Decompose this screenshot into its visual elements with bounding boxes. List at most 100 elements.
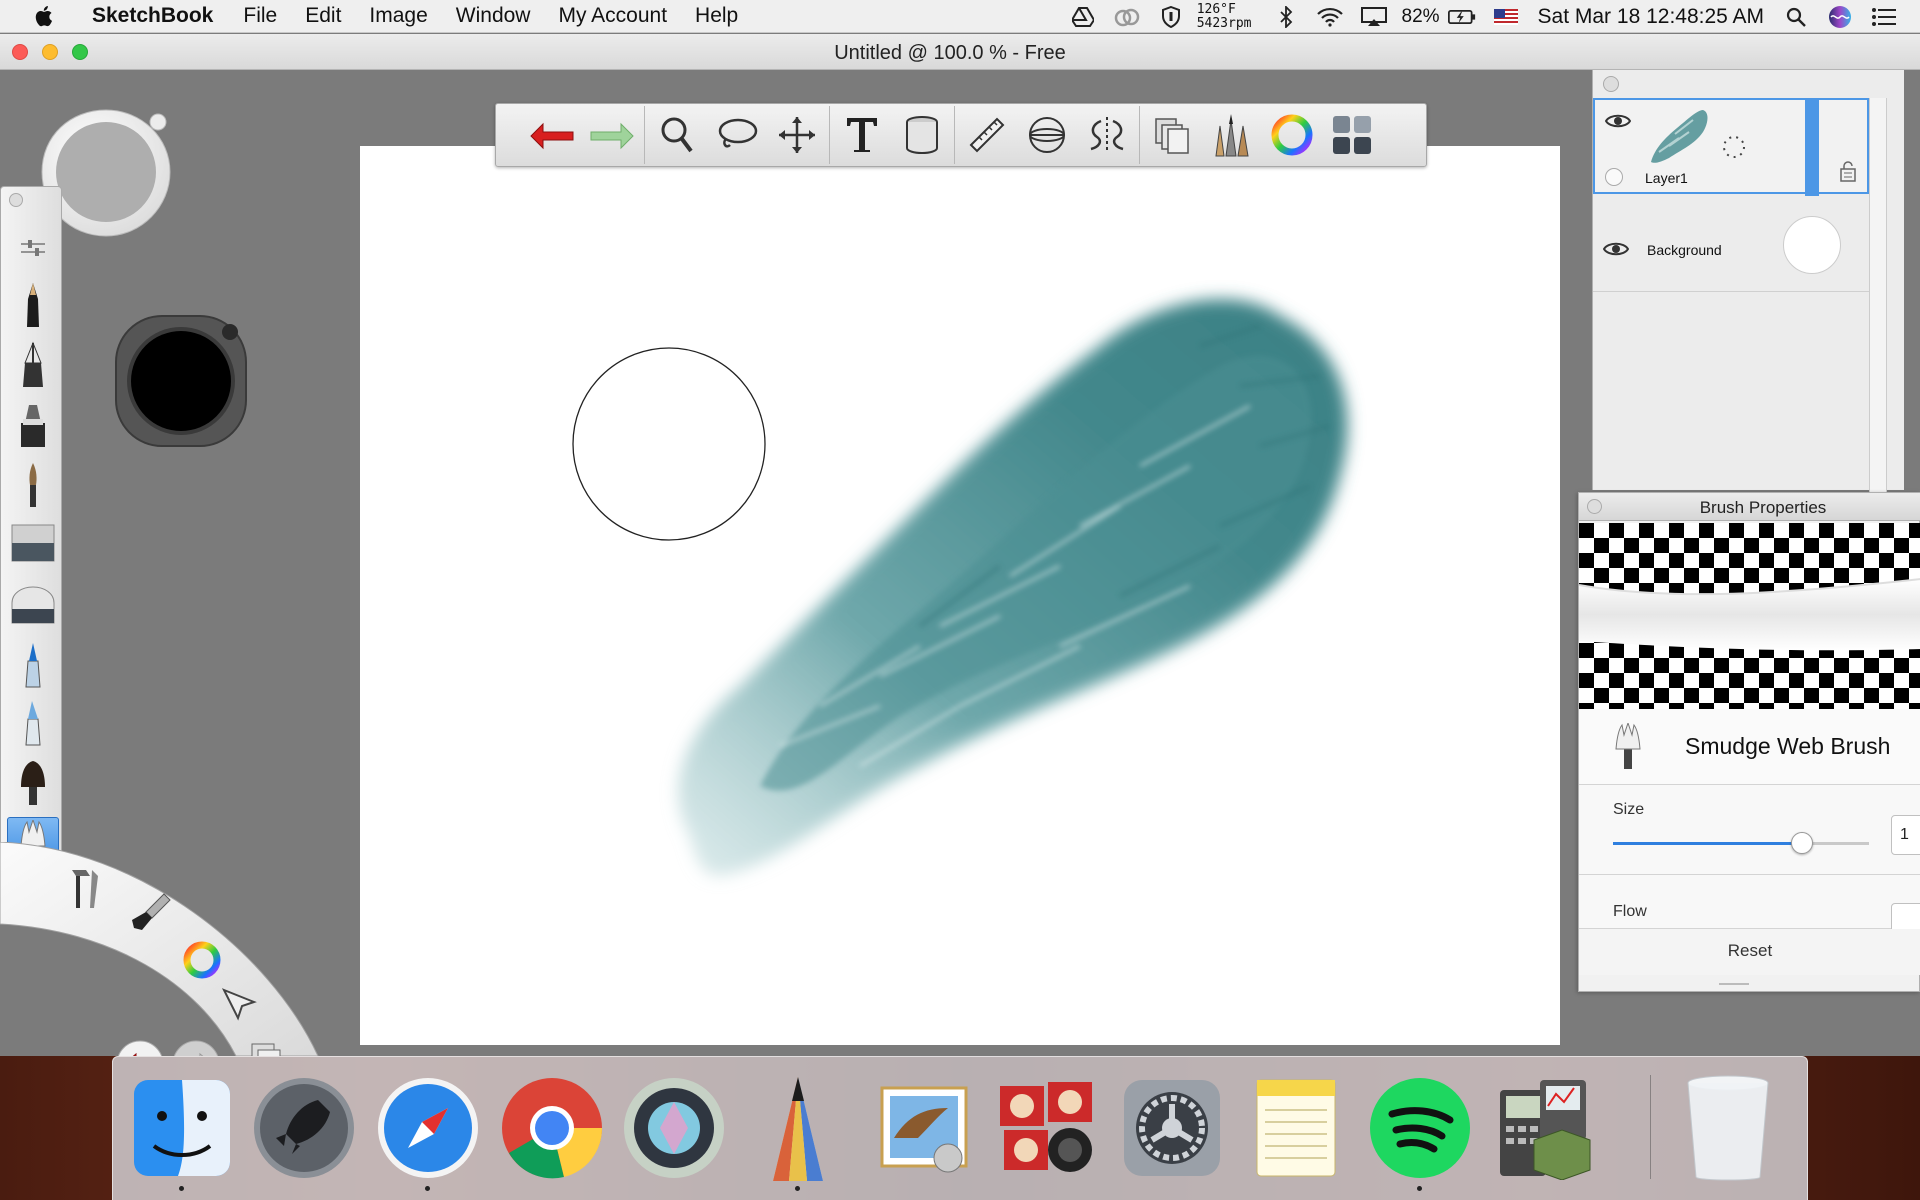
size-label: Size bbox=[1613, 801, 1645, 818]
photo-booth-icon[interactable] bbox=[993, 1073, 1103, 1183]
window-titlebar: Untitled @ 100.0 % - Free bbox=[0, 34, 1920, 70]
siri-icon[interactable] bbox=[1826, 5, 1854, 28]
lasso-icon[interactable] bbox=[707, 107, 767, 163]
color-wheel-icon[interactable] bbox=[1262, 107, 1322, 163]
fill-icon[interactable] bbox=[892, 107, 952, 163]
toolbar-separator bbox=[829, 106, 830, 164]
brush-properties-header: Brush Properties bbox=[1579, 493, 1920, 521]
apple-icon[interactable] bbox=[30, 3, 60, 29]
battery-charging-icon[interactable] bbox=[1447, 6, 1476, 28]
temperature-readout[interactable]: 126°F 5423rpm bbox=[1196, 1, 1252, 31]
redo-icon[interactable] bbox=[582, 107, 642, 163]
undo-icon[interactable] bbox=[522, 107, 582, 163]
color-wheel-lagoon-icon[interactable] bbox=[180, 938, 224, 982]
text-icon[interactable] bbox=[832, 107, 892, 163]
marker-brush-icon[interactable] bbox=[7, 399, 59, 451]
brush-palette-close-button[interactable] bbox=[9, 193, 23, 207]
flow-label: Flow bbox=[1613, 903, 1647, 920]
sketchbook-window: Untitled @ 100.0 % - Free Layer1 Backgro… bbox=[0, 34, 1920, 1090]
canvas-artwork bbox=[572, 299, 1348, 876]
bluetooth-icon[interactable] bbox=[1272, 5, 1300, 28]
chrome-icon[interactable] bbox=[497, 1073, 607, 1183]
ruler-icon[interactable] bbox=[957, 107, 1017, 163]
brush-library-icon[interactable] bbox=[1202, 107, 1262, 163]
battery-percent[interactable]: 82% bbox=[1402, 6, 1440, 28]
brush-settings-icon[interactable] bbox=[7, 221, 59, 273]
launchpad-icon[interactable] bbox=[249, 1073, 359, 1183]
tools-hammer-icon[interactable] bbox=[66, 866, 106, 910]
airplay-icon[interactable] bbox=[1360, 6, 1388, 28]
google-drive-icon[interactable] bbox=[1069, 6, 1097, 28]
chisel-marker-icon[interactable] bbox=[7, 697, 59, 749]
spotlight-search-icon[interactable] bbox=[1782, 6, 1810, 28]
finder-icon[interactable] bbox=[127, 1073, 237, 1191]
drawing-canvas[interactable] bbox=[360, 146, 1560, 1045]
window-menu[interactable]: Window bbox=[442, 4, 545, 28]
us-flag-icon[interactable] bbox=[1492, 6, 1520, 28]
airbrush-icon[interactable] bbox=[7, 639, 59, 691]
brush-size-row: Size 1 bbox=[1579, 785, 1920, 875]
pencil-brush-icon[interactable] bbox=[7, 279, 59, 331]
layer-panel-close-button[interactable] bbox=[1603, 76, 1619, 92]
visibility-eye-icon[interactable] bbox=[1605, 112, 1631, 130]
reset-button[interactable]: Reset bbox=[1579, 929, 1920, 975]
panel-resize-grip[interactable] bbox=[1719, 983, 1749, 985]
running-indicator bbox=[179, 1186, 184, 1191]
brush-color-puck[interactable] bbox=[114, 314, 248, 448]
brush-name: Smudge Web Brush bbox=[1685, 733, 1891, 759]
camera-app-icon[interactable] bbox=[619, 1073, 729, 1183]
sketchbook-pencil-icon[interactable] bbox=[743, 1073, 853, 1191]
layer-row-background[interactable]: Background bbox=[1593, 196, 1869, 292]
menu-bar: SketchBook File Edit Image Window My Acc… bbox=[0, 0, 1920, 33]
select-arrow-icon[interactable] bbox=[220, 984, 260, 1024]
toolbar-separator bbox=[1139, 106, 1140, 164]
visibility-eye-icon[interactable] bbox=[1603, 240, 1629, 258]
move-icon[interactable] bbox=[767, 107, 827, 163]
brush-cursor-circle bbox=[572, 347, 766, 541]
zoom-icon[interactable] bbox=[647, 107, 707, 163]
spotify-icon[interactable] bbox=[1365, 1073, 1475, 1191]
layer-panel-scrollbar[interactable] bbox=[1869, 98, 1887, 498]
eraser-soft-icon[interactable] bbox=[7, 579, 59, 631]
layer-lock-icon[interactable] bbox=[1839, 160, 1857, 182]
notes-icon[interactable] bbox=[1241, 1073, 1351, 1183]
brush-name-row: Smudge Web Brush bbox=[1579, 709, 1920, 785]
flow-value-field[interactable] bbox=[1891, 903, 1920, 929]
clock[interactable]: Sat Mar 18 12:48:25 AM bbox=[1538, 5, 1764, 29]
my-account-menu[interactable]: My Account bbox=[544, 4, 681, 28]
wifi-icon[interactable] bbox=[1316, 6, 1344, 28]
technical-pen-brush-icon[interactable] bbox=[7, 339, 59, 391]
symmetry-icon[interactable] bbox=[1077, 107, 1137, 163]
brush-tool-icon[interactable] bbox=[130, 890, 174, 934]
layer-opacity-bar[interactable] bbox=[1805, 100, 1819, 196]
size-value-field[interactable]: 1 bbox=[1891, 815, 1920, 855]
creative-cloud-icon[interactable] bbox=[1113, 6, 1141, 28]
copy-layers-icon[interactable] bbox=[1142, 107, 1202, 163]
app-name-menu[interactable]: SketchBook bbox=[82, 4, 229, 28]
image-menu[interactable]: Image bbox=[355, 4, 441, 28]
paintbrush-fine-icon[interactable] bbox=[7, 459, 59, 511]
size-slider[interactable] bbox=[1613, 832, 1869, 854]
notification-center-icon[interactable] bbox=[1870, 6, 1898, 28]
size-slider-thumb[interactable] bbox=[1791, 832, 1814, 854]
shield-icon[interactable] bbox=[1157, 5, 1185, 28]
edit-menu[interactable]: Edit bbox=[291, 4, 355, 28]
grid-icon[interactable] bbox=[1322, 107, 1382, 163]
layer-select-radio[interactable] bbox=[1605, 168, 1623, 186]
temp-line-1: 126°F bbox=[1196, 1, 1236, 17]
safari-icon[interactable] bbox=[373, 1073, 483, 1191]
calculator-icon[interactable] bbox=[1489, 1073, 1599, 1183]
mail-icon[interactable] bbox=[869, 1073, 979, 1183]
trash-icon[interactable] bbox=[1673, 1073, 1783, 1183]
ellipse-guide-icon[interactable] bbox=[1017, 107, 1077, 163]
help-menu[interactable]: Help bbox=[681, 4, 752, 28]
file-menu[interactable]: File bbox=[229, 4, 291, 28]
layer-row-layer1[interactable]: Layer1 bbox=[1593, 98, 1869, 196]
system-preferences-icon[interactable] bbox=[1117, 1073, 1227, 1183]
temp-line-2: 5423rpm bbox=[1196, 15, 1252, 31]
bristle-brush-icon[interactable] bbox=[7, 757, 59, 809]
background-color-swatch[interactable] bbox=[1783, 216, 1841, 274]
brush-properties-title: Brush Properties bbox=[1699, 498, 1827, 517]
eraser-hard-icon[interactable] bbox=[7, 517, 59, 569]
brush-stroke-preview bbox=[1579, 523, 1920, 709]
